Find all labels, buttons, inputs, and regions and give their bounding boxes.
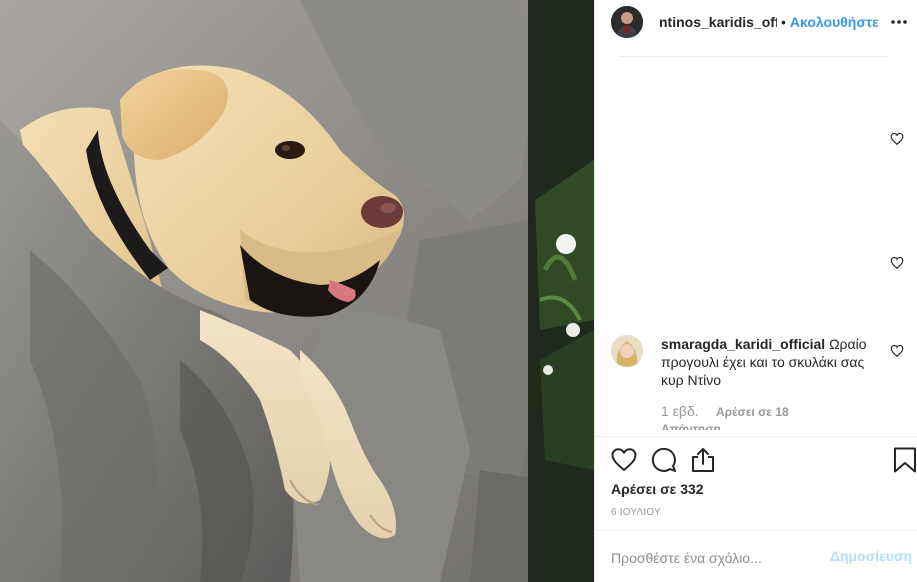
bookmark-icon[interactable]: [892, 447, 917, 473]
commenter-avatar-image: [611, 335, 643, 367]
comment-text-block: smaragda_karidi_official Ωραίο προγουλι …: [661, 335, 881, 389]
dog-photo: [0, 0, 594, 582]
commenter-avatar[interactable]: [611, 335, 643, 367]
composer-divider: [595, 530, 917, 531]
actions-divider: [595, 436, 917, 437]
header-separator-dot: •: [781, 14, 786, 30]
comment-username[interactable]: smaragda_karidi_official: [661, 336, 825, 352]
comment-input[interactable]: [611, 544, 811, 572]
heart-icon[interactable]: [890, 344, 904, 358]
reply-button[interactable]: Απάντηση: [661, 421, 721, 430]
post-header: ntinos_karidis_official • Ακολουθήστε: [595, 0, 917, 44]
owner-username[interactable]: ntinos_karidis_official: [659, 14, 777, 30]
comment-age[interactable]: 1 εβδ.: [661, 403, 699, 419]
comment-icon[interactable]: [651, 447, 677, 473]
heart-icon[interactable]: [890, 256, 904, 270]
header-divider: [619, 56, 889, 57]
likes-count[interactable]: Αρέσει σε 332: [611, 481, 704, 497]
follow-button[interactable]: Ακολουθήστε: [790, 14, 879, 30]
share-icon[interactable]: [690, 447, 716, 473]
heart-icon[interactable]: [890, 132, 904, 146]
post-side-panel: ntinos_karidis_official • Ακολουθήστε sm…: [594, 0, 917, 582]
publish-button[interactable]: Δημοσίευση: [830, 548, 912, 564]
post-date[interactable]: 6 ΙΟΥΛΙΟΥ: [611, 507, 661, 518]
owner-avatar-image: [611, 6, 643, 38]
owner-avatar[interactable]: [611, 6, 643, 38]
post-photo[interactable]: [0, 0, 594, 582]
like-heart-icon[interactable]: [611, 447, 637, 473]
comment-meta: 1 εβδ. Αρέσει σε 18: [661, 403, 891, 419]
more-horizontal-icon[interactable]: [888, 11, 910, 33]
comment-likes[interactable]: Αρέσει σε 18: [716, 405, 789, 419]
